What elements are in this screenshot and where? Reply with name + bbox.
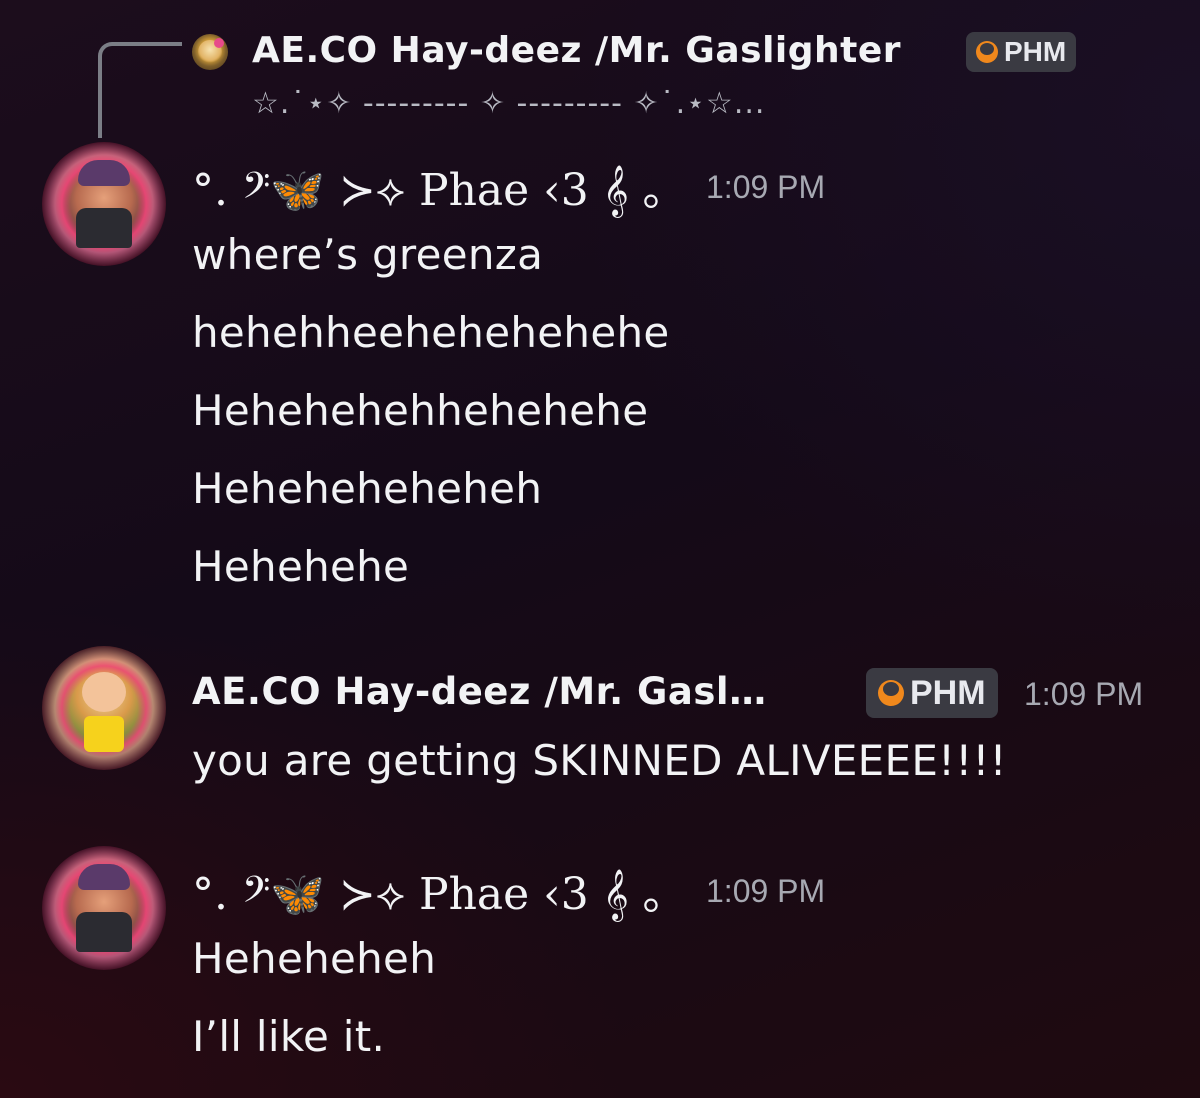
message-line: Heheheheheheh [192, 464, 543, 513]
message-line: hehehheehehehehehe [192, 308, 670, 357]
reply-guild-tag[interactable]: PHM [966, 32, 1077, 72]
message-timestamp[interactable]: 1:09 PM [706, 873, 825, 910]
message-line: you are getting SKINNED ALIVEEEE!!!! [192, 736, 1007, 785]
message-author-avatar[interactable] [42, 142, 166, 266]
message-line: Heheheheh [192, 934, 437, 983]
reply-author-name[interactable]: AE.CO Hay-deez /Mr. Gaslighter [252, 30, 901, 71]
message-author-avatar[interactable] [42, 646, 166, 770]
message-author-name[interactable]: °. 𝄢🦋 ≻⟡ Phae ‹3 𝄞 ｡ [192, 154, 665, 218]
message-line: Hehehehe [192, 542, 410, 591]
message-timestamp[interactable]: 1:09 PM [1024, 676, 1143, 713]
message-line: where’s greenza [192, 230, 544, 279]
message-author-name[interactable]: °. 𝄢🦋 ≻⟡ Phae ‹3 𝄞 ｡ [192, 858, 665, 922]
message-guild-tag-label: PHM [910, 673, 986, 712]
reply-guild-tag-label: PHM [1004, 36, 1067, 67]
message-guild-tag[interactable]: PHM [866, 668, 998, 718]
message-line: Hehehehehhehehehe [192, 386, 649, 435]
message-author-avatar[interactable] [42, 846, 166, 970]
message-author-name[interactable]: AE.CO Hay-deez /Mr. Gasl… [192, 670, 767, 713]
guild-tag-icon [976, 41, 998, 63]
reply-preview-text[interactable]: ☆.˙⋆✧ --------- ✧ --------- ✧˙.⋆☆... [252, 86, 765, 121]
reply-connector-line [98, 42, 182, 138]
message-timestamp[interactable]: 1:09 PM [706, 169, 825, 206]
guild-tag-icon [878, 680, 904, 706]
reply-author-avatar[interactable] [192, 34, 228, 70]
message-line: I’ll like it. [192, 1012, 386, 1061]
